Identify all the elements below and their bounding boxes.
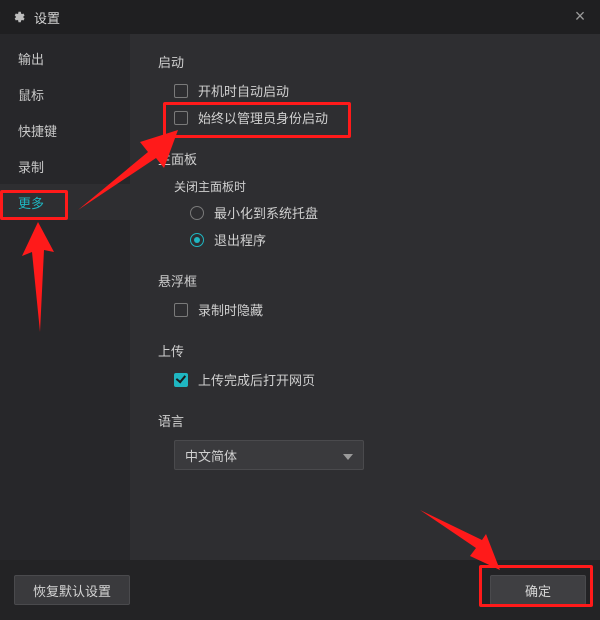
gear-icon (10, 9, 26, 25)
checkbox-icon (174, 373, 188, 387)
sidebar-item-mouse[interactable]: 鼠标 (0, 76, 130, 112)
main-area: 输出 鼠标 快捷键 录制 更多 启动 开机时自动启动 始终以管理员身份启动 主面… (0, 34, 600, 560)
section-floatbox-title: 悬浮框 (158, 271, 572, 290)
restore-defaults-button[interactable]: 恢复默认设置 (14, 575, 130, 605)
mainpanel-close-subtitle: 关闭主面板时 (174, 178, 572, 195)
option-adminstart[interactable]: 始终以管理员身份启动 (174, 108, 572, 127)
sidebar-item-label: 输出 (18, 49, 44, 68)
sidebar-item-hotkey[interactable]: 快捷键 (0, 112, 130, 148)
content-pane: 启动 开机时自动启动 始终以管理员身份启动 主面板 关闭主面板时 最小化到系统托… (130, 34, 600, 560)
option-label: 开机时自动启动 (198, 81, 289, 100)
close-icon[interactable]: × (570, 7, 590, 27)
section-mainpanel-title: 主面板 (158, 149, 572, 168)
sidebar-item-label: 更多 (18, 193, 44, 212)
checkbox-icon (174, 303, 188, 317)
sidebar: 输出 鼠标 快捷键 录制 更多 (0, 34, 130, 560)
option-open-web-after-upload[interactable]: 上传完成后打开网页 (174, 370, 572, 389)
option-autostart[interactable]: 开机时自动启动 (174, 81, 572, 100)
chevron-down-icon (343, 448, 353, 463)
sidebar-item-label: 鼠标 (18, 85, 44, 104)
section-upload-title: 上传 (158, 341, 572, 360)
checkbox-icon (174, 84, 188, 98)
button-label: 恢复默认设置 (33, 581, 111, 600)
select-value: 中文简体 (185, 446, 237, 465)
window-title: 设置 (34, 8, 60, 27)
radio-exit-program[interactable]: 退出程序 (190, 230, 572, 249)
language-select[interactable]: 中文简体 (174, 440, 364, 470)
sidebar-item-label: 录制 (18, 157, 44, 176)
radio-minimize-tray[interactable]: 最小化到系统托盘 (190, 203, 572, 222)
radio-icon (190, 233, 204, 247)
option-label: 最小化到系统托盘 (214, 203, 318, 222)
sidebar-item-record[interactable]: 录制 (0, 148, 130, 184)
footer: 恢复默认设置 确定 (0, 560, 600, 620)
option-label: 始终以管理员身份启动 (198, 108, 328, 127)
sidebar-item-more[interactable]: 更多 (0, 184, 130, 220)
section-language-title: 语言 (158, 411, 572, 430)
ok-button[interactable]: 确定 (490, 575, 586, 605)
option-label: 上传完成后打开网页 (198, 370, 315, 389)
titlebar: 设置 × (0, 0, 600, 34)
option-label: 退出程序 (214, 230, 266, 249)
button-label: 确定 (525, 581, 551, 600)
sidebar-item-output[interactable]: 输出 (0, 40, 130, 76)
checkbox-icon (174, 111, 188, 125)
sidebar-item-label: 快捷键 (18, 121, 57, 140)
option-label: 录制时隐藏 (198, 300, 263, 319)
option-hide-on-record[interactable]: 录制时隐藏 (174, 300, 572, 319)
radio-icon (190, 206, 204, 220)
section-startup-title: 启动 (158, 52, 572, 71)
